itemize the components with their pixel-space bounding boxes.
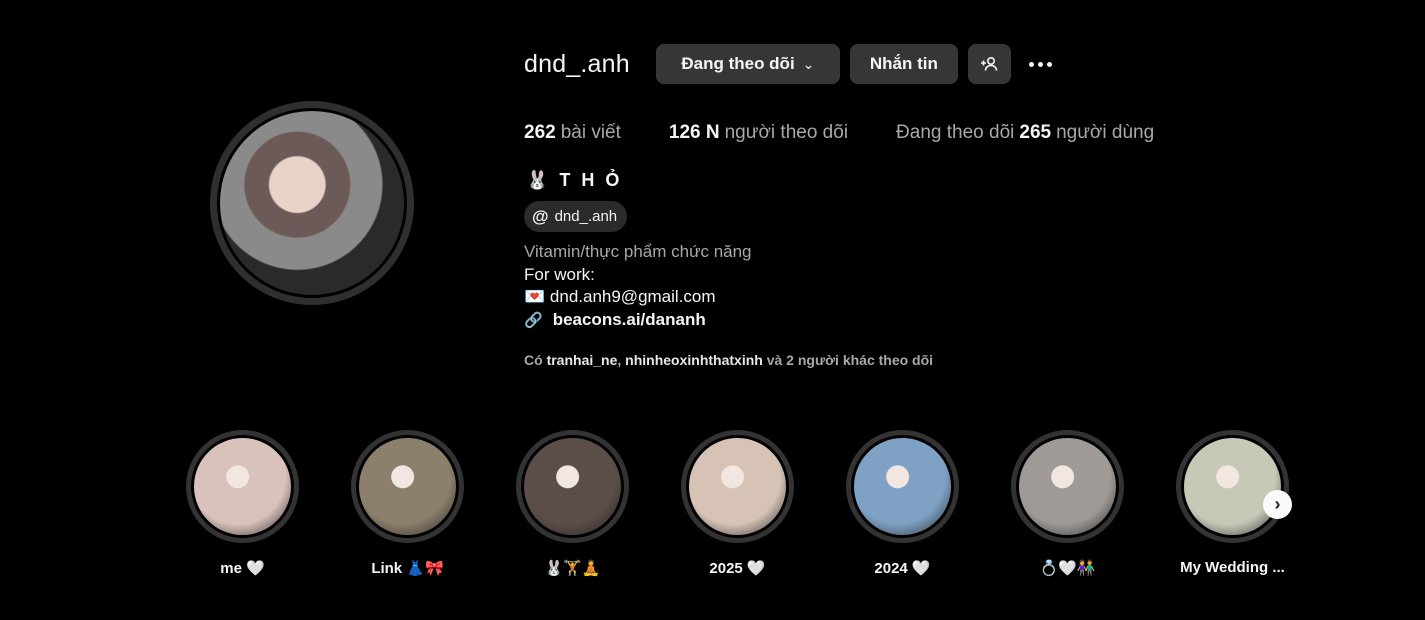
highlight-inner: [521, 435, 624, 538]
highlight-ring: [186, 430, 299, 543]
threads-icon: @: [532, 206, 549, 226]
followers-count: 126 N: [668, 122, 720, 143]
chevron-right-icon: ›: [1274, 494, 1281, 514]
highlight-item[interactable]: 2024 🤍: [846, 430, 1011, 577]
highlight-photo: [524, 438, 621, 535]
highlight-inner: [191, 435, 294, 538]
highlight-ring: [1011, 430, 1124, 543]
following-prefix: Đang theo dõi: [896, 122, 1015, 143]
link-icon: 🔗: [524, 311, 543, 329]
highlight-label: 2024 🤍: [874, 560, 931, 577]
highlight-photo: [359, 438, 456, 535]
bio-link[interactable]: beacons.ai/dananh: [553, 310, 706, 329]
posts-stat: 262 bài viết: [524, 122, 621, 144]
bio-email: dnd.anh9@gmail.com: [549, 287, 716, 306]
mutuals-suffix: và 2 người khác theo dõi: [766, 352, 934, 368]
highlight-item[interactable]: 2025 🤍: [681, 430, 846, 577]
following-count: 265: [1019, 122, 1052, 143]
mutual-followers[interactable]: Có tranhai_ne, nhinheoxinhthatxinh và 2 …: [524, 352, 933, 368]
profile-header: dnd_.anh Đang theo dõi ⌄ Nhắn tin: [524, 44, 1052, 84]
add-user-icon: [981, 56, 998, 71]
highlight-inner: [1181, 435, 1284, 538]
message-button[interactable]: Nhắn tin: [849, 44, 958, 84]
bio-category: Vitamin/thực phẩm chức năng: [524, 242, 752, 261]
mutuals-separator: ,: [617, 352, 622, 368]
username: dnd_.anh: [524, 49, 630, 78]
highlight-ring: [516, 430, 629, 543]
highlight-ring: [681, 430, 794, 543]
highlight-item[interactable]: My Wedding ...: [1176, 430, 1341, 577]
highlight-label: 🐰🏋️🧘: [544, 560, 601, 577]
following-button-label: Đang theo dõi: [681, 54, 795, 73]
highlight-inner: [1016, 435, 1119, 538]
avatar-inner: [217, 108, 407, 298]
followers-label: người theo dõi: [724, 122, 849, 143]
bio: Vitamin/thực phẩm chức năng For work: 💌 …: [524, 241, 752, 332]
more-dot: [1046, 61, 1052, 67]
highlight-label: My Wedding ...: [1180, 559, 1285, 576]
highlight-label: 2025 🤍: [709, 560, 766, 577]
highlight-ring: [846, 430, 959, 543]
more-dot: [1028, 61, 1034, 67]
highlight-item[interactable]: Link 👗🎀: [351, 430, 516, 577]
highlight-photo: [854, 438, 951, 535]
highlight-photo: [689, 438, 786, 535]
more-dot: [1037, 61, 1043, 67]
following-stat[interactable]: Đang theo dõi 265 người dùng: [896, 122, 1154, 144]
threads-handle: dnd_.anh: [554, 208, 618, 225]
mutuals-prefix: Có: [524, 352, 543, 368]
highlight-photo: [1184, 438, 1281, 535]
highlight-photo: [1019, 438, 1116, 535]
bio-line: For work:: [524, 264, 595, 284]
message-button-label: Nhắn tin: [869, 54, 938, 73]
bio-link-row[interactable]: 🔗 beacons.ai/dananh: [524, 309, 752, 333]
mutual-account[interactable]: tranhai_ne: [547, 352, 618, 368]
highlight-ring: [1176, 430, 1289, 543]
following-button[interactable]: Đang theo dõi ⌄: [655, 44, 840, 84]
more-options-icon[interactable]: [1028, 61, 1052, 67]
highlight-ring: [351, 430, 464, 543]
following-label: người dùng: [1056, 122, 1155, 143]
add-user-button[interactable]: [967, 44, 1011, 84]
highlight-item[interactable]: 💍🤍👫: [1011, 430, 1176, 577]
avatar-photo: [220, 111, 404, 295]
mutual-account[interactable]: nhinheoxinhthatxinh: [625, 352, 763, 368]
highlight-item[interactable]: me 🤍: [186, 430, 351, 577]
highlight-inner: [356, 435, 459, 538]
threads-badge[interactable]: @ dnd_.anh: [524, 201, 628, 232]
chevron-down-icon: ⌄: [802, 55, 815, 72]
highlight-inner: [851, 435, 954, 538]
profile-avatar[interactable]: [210, 101, 414, 305]
highlight-photo: [194, 438, 291, 535]
love-letter-icon: 💌: [524, 287, 546, 306]
posts-count: 262: [524, 122, 556, 143]
highlight-inner: [686, 435, 789, 538]
profile-stats: 262 bài viết 126 Nngười theo dõi Đang the…: [524, 122, 1202, 144]
highlight-label: 💍🤍👫: [1039, 560, 1096, 577]
posts-label: bài viết: [560, 122, 621, 143]
highlight-label: Link 👗🎀: [371, 560, 444, 577]
highlight-label: me 🤍: [220, 560, 265, 577]
next-highlights-button[interactable]: ›: [1263, 490, 1292, 519]
story-highlights: me 🤍 Link 👗🎀 🐰🏋️🧘 2025 🤍 2024 🤍 💍🤍👫 My W…: [186, 430, 1341, 577]
highlight-item[interactable]: 🐰🏋️🧘: [516, 430, 681, 577]
full-name: 🐰 T H Ỏ: [526, 170, 623, 190]
followers-stat[interactable]: 126 Nngười theo dõi: [669, 122, 848, 144]
bio-email-row: 💌 dnd.anh9@gmail.com: [524, 286, 752, 309]
